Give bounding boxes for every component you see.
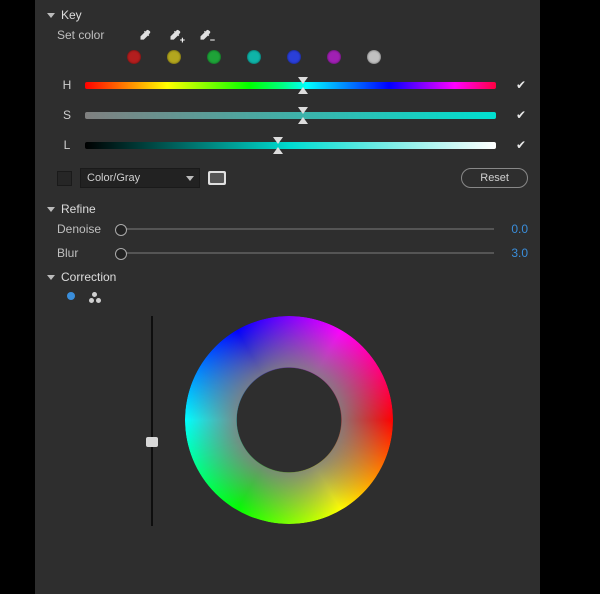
saturation-label: S xyxy=(57,108,77,122)
caret-down-icon xyxy=(47,275,55,280)
saturation-slider-row: S ✔ xyxy=(57,108,528,122)
denoise-thumb[interactable] xyxy=(115,224,127,236)
denoise-value[interactable]: 0.0 xyxy=(502,222,528,236)
correction-title: Correction xyxy=(61,270,116,284)
swatch-blue[interactable] xyxy=(287,50,301,64)
color-wheel-inner-fade xyxy=(185,316,393,524)
refine-title: Refine xyxy=(61,202,96,216)
colorgray-dropdown[interactable]: Color/Gray xyxy=(80,168,200,188)
key-title: Key xyxy=(61,8,82,22)
luma-label: L xyxy=(57,138,77,152)
value-slider[interactable] xyxy=(147,316,157,526)
blur-value[interactable]: 3.0 xyxy=(502,246,528,260)
hue-slider-row: H ✔ xyxy=(57,78,528,92)
luma-thumb[interactable] xyxy=(273,137,283,151)
eyedropper-group: + − xyxy=(137,28,211,42)
swatch-yellow[interactable] xyxy=(167,50,181,64)
denoise-slider[interactable] xyxy=(121,228,494,230)
swatch-cyan[interactable] xyxy=(247,50,261,64)
swatch-green[interactable] xyxy=(207,50,221,64)
swatch-gray[interactable] xyxy=(367,50,381,64)
luma-slider-row: L ✔ xyxy=(57,138,528,152)
saturation-checkbox[interactable]: ✔ xyxy=(514,108,528,122)
caret-down-icon xyxy=(47,207,55,212)
blur-label: Blur xyxy=(57,246,113,260)
swatch-magenta[interactable] xyxy=(327,50,341,64)
denoise-row: Denoise 0.0 xyxy=(57,222,528,236)
value-thumb[interactable] xyxy=(146,437,158,447)
set-color-label: Set color xyxy=(57,28,121,42)
blur-thumb[interactable] xyxy=(115,248,127,260)
value-track xyxy=(151,316,153,526)
colorgray-value: Color/Gray xyxy=(87,172,140,184)
set-color-row: Set color + − xyxy=(57,28,528,42)
eyedropper-remove-icon[interactable]: − xyxy=(197,28,211,42)
correction-section-header[interactable]: Correction xyxy=(47,270,528,284)
blur-slider[interactable] xyxy=(121,252,494,254)
swatch-red[interactable] xyxy=(127,50,141,64)
luma-slider[interactable] xyxy=(85,142,496,149)
correction-mode-toggle xyxy=(67,292,528,302)
blur-row: Blur 3.0 xyxy=(57,246,528,260)
colorgray-row: Color/Gray Reset xyxy=(57,168,528,188)
luma-checkbox[interactable]: ✔ xyxy=(514,138,528,152)
key-section-header[interactable]: Key xyxy=(47,8,528,22)
single-color-mode-icon[interactable] xyxy=(67,292,75,300)
hue-label: H xyxy=(57,78,77,92)
reset-button[interactable]: Reset xyxy=(461,168,528,188)
colorgray-checkbox[interactable] xyxy=(57,171,72,186)
color-swatches xyxy=(127,50,528,64)
saturation-slider[interactable] xyxy=(85,112,496,119)
eyedropper-icon[interactable] xyxy=(137,28,151,42)
color-wheel-area xyxy=(147,316,407,526)
caret-down-icon xyxy=(47,13,55,18)
three-way-mode-icon[interactable] xyxy=(89,292,101,302)
hue-thumb[interactable] xyxy=(298,77,308,91)
eyedropper-add-icon[interactable]: + xyxy=(167,28,181,42)
chevron-down-icon xyxy=(186,176,194,181)
swatch-picker-icon[interactable] xyxy=(208,171,226,185)
hue-checkbox[interactable]: ✔ xyxy=(514,78,528,92)
denoise-label: Denoise xyxy=(57,222,113,236)
refine-section-header[interactable]: Refine xyxy=(47,202,528,216)
hue-slider[interactable] xyxy=(85,82,496,89)
saturation-thumb[interactable] xyxy=(298,107,308,121)
effects-panel: Key Set color + − H xyxy=(35,0,540,594)
